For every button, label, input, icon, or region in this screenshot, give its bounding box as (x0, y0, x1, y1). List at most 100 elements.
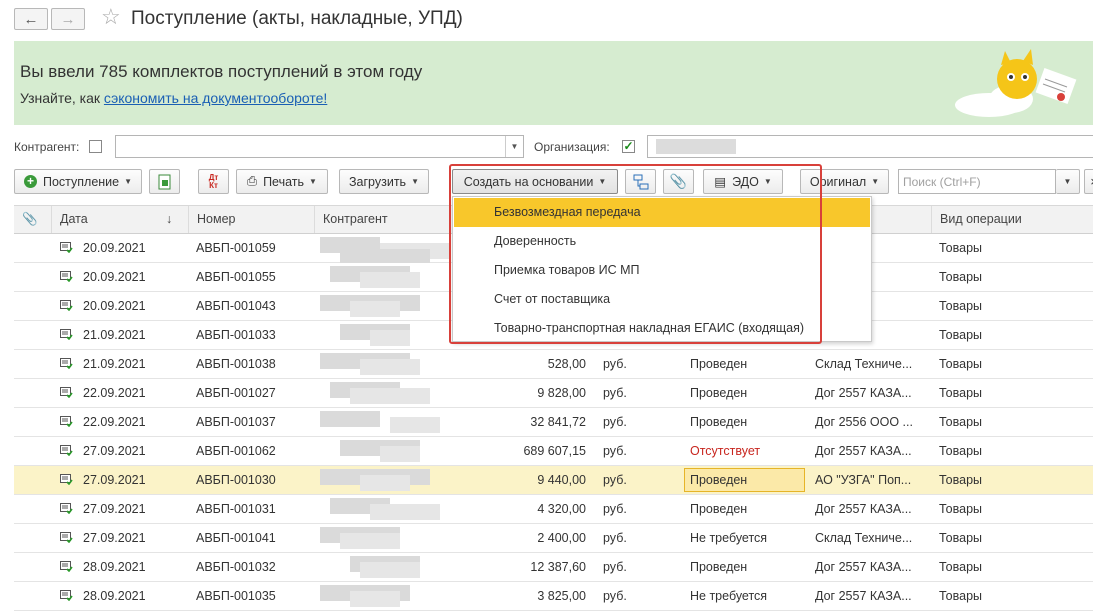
row-date: 27.09.2021 (83, 444, 146, 458)
banner-link[interactable]: сэкономить на документообороте! (104, 90, 327, 106)
counterparty-blurred-value (360, 272, 420, 288)
row-status: Отсутствует (690, 444, 761, 458)
counterparty-blurred-value (360, 359, 420, 375)
banner-heading: Вы ввели 785 комплектов поступлений в эт… (20, 62, 423, 81)
menu-item-gratuitous-transfer[interactable]: Безвозмездная передача (454, 198, 870, 227)
row-date: 20.09.2021 (83, 241, 146, 255)
row-number: АВБП-001032 (196, 560, 276, 574)
organization-checkbox[interactable]: ✓ (622, 140, 635, 153)
copy-document-button[interactable] (149, 169, 180, 194)
menu-item-power-of-attorney[interactable]: Доверенность (454, 227, 870, 256)
organization-input[interactable] (647, 135, 1093, 158)
posted-document-icon (60, 329, 73, 340)
menu-item-supplier-invoice[interactable]: Счет от поставщика (454, 285, 870, 314)
number-column-header[interactable]: Номер (188, 206, 314, 233)
create-based-on-button[interactable]: Создать на основании ▼ (452, 169, 618, 194)
forward-button[interactable]: → (51, 8, 85, 30)
row-number: АВБП-001062 (196, 444, 276, 458)
counterparty-blurred-value (350, 301, 400, 317)
load-button-label: Загрузить (349, 174, 407, 189)
menu-item-egais-waybill[interactable]: Товарно-транспортная накладная ЕГАИС (вх… (454, 314, 870, 343)
row-operation: Товары (939, 560, 982, 574)
table-row[interactable]: 27.09.2021 АВБП-001031 4 320,00 руб. Проведе… (14, 495, 1093, 524)
row-status[interactable]: Проведен (684, 468, 805, 492)
counterparty-input[interactable]: ▼ (115, 135, 524, 158)
back-button[interactable]: ← (14, 8, 48, 30)
table-row[interactable]: 28.09.2021 АВБП-001032 12 387,60 руб. Провед… (14, 553, 1093, 582)
structure-button[interactable] (625, 169, 656, 194)
row-currency: руб. (603, 444, 627, 458)
posted-document-icon (60, 387, 73, 398)
row-date: 20.09.2021 (83, 299, 146, 313)
row-amount: 689 607,15 (523, 444, 586, 458)
row-number: АВБП-001043 (196, 299, 276, 313)
counterparty-blurred-value (320, 411, 380, 427)
row-status: Проведен (690, 357, 748, 371)
attachment-column-header[interactable]: 📎 (14, 206, 51, 233)
row-amount: 3 825,00 (537, 589, 586, 603)
row-status: Не требуется (690, 589, 768, 603)
search-placeholder: Поиск (Ctrl+F) (903, 175, 981, 189)
row-status: Проведен (690, 415, 748, 429)
sort-arrow-icon: ↓ (166, 212, 173, 226)
row-amount: 4 320,00 (537, 502, 586, 516)
print-button[interactable]: ⎙ Печать ▼ (236, 169, 328, 194)
counterparty-checkbox[interactable] (89, 140, 102, 153)
table-row[interactable]: 27.09.2021 АВБП-001030 9 440,00 руб. Проведе… (14, 466, 1093, 495)
attach-button[interactable]: 📎 (663, 169, 694, 194)
row-operation: Товары (939, 241, 982, 255)
menu-item-goods-acceptance[interactable]: Приемка товаров ИС МП (454, 256, 870, 285)
row-date: 20.09.2021 (83, 270, 146, 284)
row-currency: руб. (603, 531, 627, 545)
row-amount: 9 828,00 (537, 386, 586, 400)
dt-kt-button[interactable]: Дт Кт (198, 169, 229, 194)
table-row[interactable]: 28.09.2021 АВБП-001035 3 825,00 руб. Не треб… (14, 582, 1093, 611)
counterparty-blurred-value (370, 330, 410, 346)
search-input[interactable]: Поиск (Ctrl+F) (898, 169, 1056, 194)
date-column-header[interactable]: Дата ↓ (51, 206, 188, 233)
printer-icon: ⎙ (247, 174, 258, 188)
row-operation: Товары (939, 415, 982, 429)
table-row[interactable]: 22.09.2021 АВБП-001027 9 828,00 руб. Проведе… (14, 379, 1093, 408)
chevron-down-icon: ▼ (411, 177, 419, 186)
row-contract: Дог 2557 КАЗА... (815, 502, 912, 516)
row-operation: Товары (939, 502, 982, 516)
row-date: 28.09.2021 (83, 589, 146, 603)
edo-button[interactable]: ▤ ЭДО ▼ (703, 169, 783, 194)
row-number: АВБП-001035 (196, 589, 276, 603)
receipt-button-label: Поступление (42, 174, 120, 189)
search-dropdown-button[interactable]: ▼ (1056, 169, 1080, 194)
row-contract: Дог 2557 КАЗА... (815, 589, 912, 603)
edo-button-label: ЭДО (732, 174, 759, 189)
arrow-right-icon: → (60, 10, 76, 28)
posted-document-icon (60, 474, 73, 485)
chevron-down-icon[interactable]: ▼ (505, 136, 523, 157)
row-date: 27.09.2021 (83, 531, 146, 545)
chevron-down-icon: ▼ (124, 177, 133, 186)
table-row[interactable]: 27.09.2021 АВБП-001062 689 607,15 руб. Отсут… (14, 437, 1093, 466)
row-date: 27.09.2021 (83, 502, 146, 516)
banner-text: Узнайте, как сэкономить на документообор… (20, 90, 327, 106)
structure-icon (633, 174, 648, 189)
original-button[interactable]: Оригинал ▼ (800, 169, 889, 194)
receipt-button[interactable]: + Поступление ▼ (14, 169, 142, 194)
favorite-star-icon[interactable]: ☆ (101, 4, 121, 30)
table-row[interactable]: 21.09.2021 АВБП-001038 528,00 руб. Проведен С… (14, 350, 1093, 379)
row-date: 28.09.2021 (83, 560, 146, 574)
row-operation: Товары (939, 444, 982, 458)
row-amount: 9 440,00 (537, 473, 586, 487)
row-contract: Склад Техниче... (815, 531, 913, 545)
chevron-down-icon: ▼ (763, 177, 772, 186)
row-number: АВБП-001038 (196, 357, 276, 371)
row-operation: Товары (939, 386, 982, 400)
clear-search-button[interactable]: × (1084, 169, 1093, 194)
table-row[interactable]: 27.09.2021 АВБП-001041 2 400,00 руб. Не треб… (14, 524, 1093, 553)
table-row[interactable]: 22.09.2021 АВБП-001037 32 841,72 руб. Провед… (14, 408, 1093, 437)
row-date: 22.09.2021 (83, 415, 146, 429)
row-operation: Товары (939, 589, 982, 603)
chevron-down-icon: ▼ (871, 177, 880, 186)
counterparty-blurred-value (370, 504, 440, 520)
operation-column-header[interactable]: Вид операции (931, 206, 1093, 233)
load-button[interactable]: Загрузить ▼ (339, 169, 429, 194)
row-contract: Дог 2557 КАЗА... (815, 444, 912, 458)
